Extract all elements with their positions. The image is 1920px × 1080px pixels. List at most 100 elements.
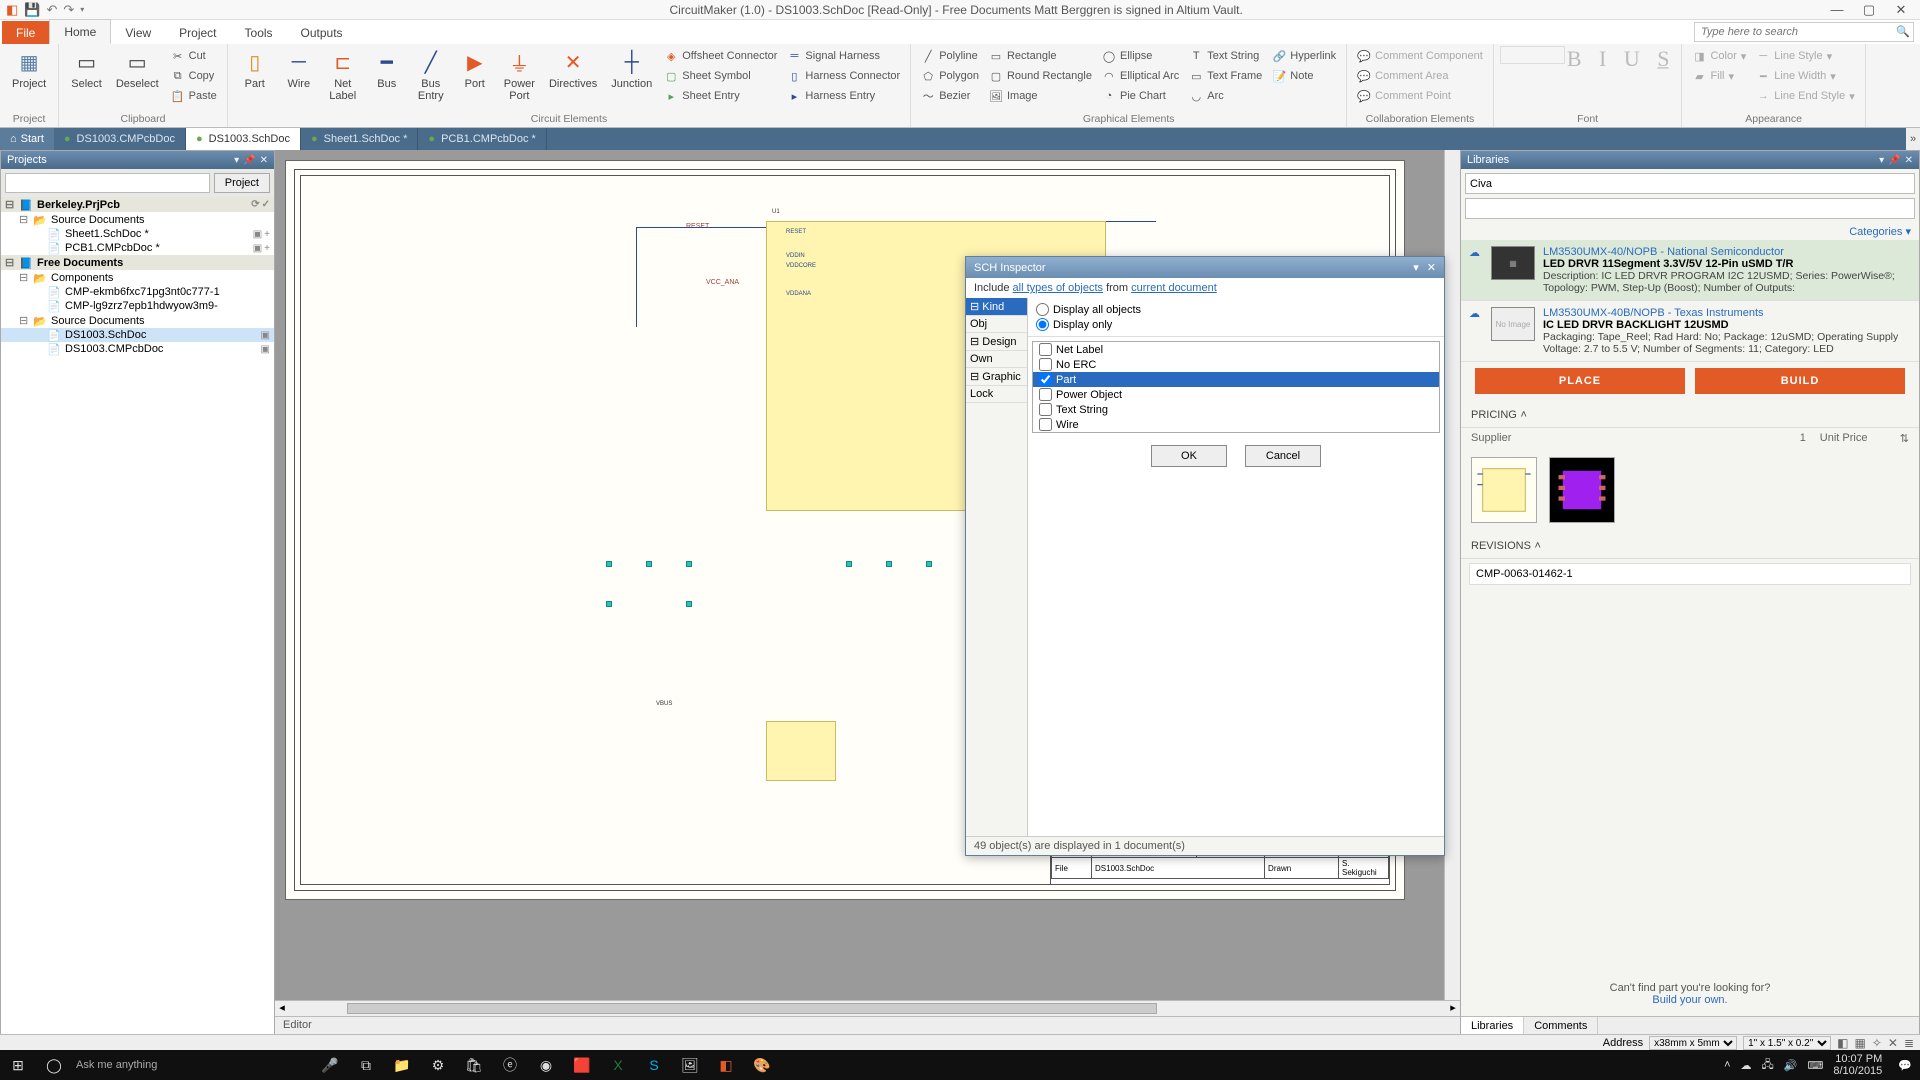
editor-tab[interactable]: Editor	[275, 1016, 1460, 1036]
tree-node[interactable]: 📄Sheet1.SchDoc *▣+	[1, 227, 274, 241]
tab-comments[interactable]: Comments	[1524, 1017, 1598, 1035]
tab-project[interactable]: Project	[165, 21, 230, 44]
piechart-button[interactable]: ◔Pie Chart	[1098, 86, 1183, 106]
offsheet-button[interactable]: ◈Offsheet Connector	[660, 46, 781, 66]
vertical-scrollbar[interactable]	[1444, 150, 1460, 1000]
tree-node[interactable]: 📄CMP-ekmb6fxc71pg3nt0c777-1	[1, 285, 274, 299]
taskview-icon[interactable]: ⧉	[348, 1057, 384, 1074]
radio-display-only[interactable]: Display only	[1036, 317, 1436, 332]
type-option[interactable]: Net Label	[1033, 342, 1439, 357]
libraries-header[interactable]: Libraries ▾ 📌 ✕	[1461, 151, 1919, 169]
type-option[interactable]: Text String	[1033, 402, 1439, 417]
tray-network-icon[interactable]: 🖧	[1762, 1056, 1774, 1075]
textstring-button[interactable]: TText String	[1185, 46, 1266, 66]
qat-dropdown-icon[interactable]: ▾	[80, 5, 84, 14]
photos-icon[interactable]: 🖼	[672, 1057, 708, 1074]
project-dropdown-button[interactable]: Project	[214, 173, 270, 193]
inspector-type-list[interactable]: Net Label No ERC Part Power Object Text …	[1032, 341, 1440, 433]
panel-close-icon[interactable]: ✕	[260, 155, 268, 166]
inspector-close-icon[interactable]: ✕	[1427, 261, 1436, 274]
tab-libraries[interactable]: Libraries	[1461, 1017, 1524, 1035]
arc-button[interactable]: ◡Arc	[1185, 86, 1266, 106]
hyperlink-button[interactable]: 🔗Hyperlink	[1268, 46, 1340, 66]
ok-button[interactable]: OK	[1151, 445, 1227, 467]
tree-node[interactable]: ⊟📘Free Documents	[1, 255, 274, 270]
textframe-button[interactable]: ▭Text Frame	[1185, 66, 1266, 86]
ribbon-search-input[interactable]	[1694, 22, 1914, 42]
radio-display-all[interactable]: Display all objects	[1036, 302, 1436, 317]
store-icon[interactable]: 🛍	[456, 1057, 492, 1074]
snap-icon[interactable]: ✧	[1872, 1036, 1882, 1050]
panel-close-icon[interactable]: ✕	[1905, 155, 1913, 166]
part-card-0[interactable]: ☁ ▦ LM3530UMX-40/NOPB - National Semicon…	[1461, 240, 1919, 301]
prop-kind[interactable]: ⊟ Kind	[966, 298, 1027, 316]
include-types-link[interactable]: all types of objects	[1013, 282, 1104, 294]
cut-button[interactable]: ✂Cut	[167, 46, 221, 66]
doctab-2[interactable]: ●Sheet1.SchDoc *	[301, 128, 418, 150]
part-card-1[interactable]: ☁ No Image LM3530UMX-40B/NOPB - Texas In…	[1461, 301, 1919, 362]
libraries-filter-input[interactable]	[1465, 198, 1915, 219]
address-select-1[interactable]: x38mm x 5mm	[1649, 1036, 1737, 1050]
minimize-button[interactable]: —	[1822, 2, 1852, 18]
copy-button[interactable]: ⧉Copy	[167, 66, 221, 86]
doctab-0[interactable]: ●DS1003.CMPcbDoc	[54, 128, 186, 150]
categories-link[interactable]: Categories	[1849, 226, 1902, 238]
doctab-1[interactable]: ●DS1003.SchDoc	[186, 128, 301, 150]
note-button[interactable]: 📝Note	[1268, 66, 1340, 86]
qat-redo-icon[interactable]: ↷	[63, 2, 74, 18]
search-icon[interactable]: 🔍	[1896, 25, 1910, 38]
tree-node[interactable]: 📄PCB1.CMPcbDoc *▣+	[1, 241, 274, 255]
circuitmaker-icon[interactable]: ◧	[708, 1057, 744, 1074]
signalharness-button[interactable]: ═Signal Harness	[783, 46, 904, 66]
collapse-icon[interactable]: ˄	[1520, 409, 1526, 421]
address-select-2[interactable]: 1" x 1.5" x 0.2"	[1743, 1036, 1831, 1050]
prop-lock[interactable]: Lock	[966, 386, 1027, 403]
cancel-button[interactable]: Cancel	[1245, 445, 1321, 467]
component-reg[interactable]	[766, 721, 836, 781]
inspector-dropdown-icon[interactable]: ▾	[1413, 261, 1419, 274]
revision-item[interactable]: CMP-0063-01462-1	[1469, 563, 1911, 585]
tree-node[interactable]: 📄DS1003.SchDoc▣	[1, 328, 274, 342]
junction-button[interactable]: ┼Junction	[605, 46, 658, 92]
tree-node[interactable]: 📄CMP-lg9zrz7epb1hdwyow3m9-	[1, 299, 274, 313]
ribbon-search[interactable]: 🔍	[1694, 22, 1914, 42]
netlabel-vbus[interactable]: VBUS	[656, 701, 672, 707]
qat-undo-icon[interactable]: ↶	[46, 2, 57, 18]
port-button[interactable]: ▶Port	[454, 46, 496, 92]
tree-node[interactable]: 📄DS1003.CMPcbDoc▣	[1, 342, 274, 356]
paint-icon[interactable]: 🎨	[744, 1057, 780, 1074]
clear-icon[interactable]: ✕	[1888, 1036, 1898, 1050]
panel-dropdown-icon[interactable]: ▾	[234, 155, 239, 166]
tab-tools[interactable]: Tools	[231, 21, 287, 44]
tab-file[interactable]: File	[2, 21, 49, 44]
start-button[interactable]: ⊞	[0, 1057, 36, 1074]
harnessconn-button[interactable]: ▯Harness Connector	[783, 66, 904, 86]
footprint-preview[interactable]	[1549, 457, 1615, 523]
layers-icon[interactable]: ≣	[1904, 1036, 1914, 1050]
prop-design[interactable]: ⊟ Design	[966, 333, 1027, 351]
build-your-own-link[interactable]: Build your own.	[1652, 994, 1727, 1006]
inspector-caption[interactable]: SCH Inspector ▾ ✕	[966, 257, 1444, 278]
notifications-icon[interactable]: 💬	[1898, 1059, 1912, 1072]
image-button[interactable]: 🖼Image	[985, 86, 1096, 106]
tray-keyboard-icon[interactable]: ⌨	[1807, 1059, 1823, 1072]
tray-chevron-icon[interactable]: ˄	[1724, 1059, 1730, 1071]
mask-icon[interactable]: ◧	[1837, 1036, 1848, 1050]
sheetentry-button[interactable]: ▸Sheet Entry	[660, 86, 781, 106]
panel-dropdown-icon[interactable]: ▾	[1879, 155, 1884, 166]
maximize-button[interactable]: ▢	[1854, 2, 1884, 18]
select-button[interactable]: ▭Select	[65, 46, 108, 92]
ellipse-button[interactable]: ◯Ellipse	[1098, 46, 1183, 66]
project-button[interactable]: ▦Project	[6, 46, 52, 92]
tray-volume-icon[interactable]: 🔊	[1784, 1059, 1798, 1072]
grid-icon[interactable]: ▦	[1854, 1036, 1865, 1050]
netlabel-vccana[interactable]: VCC_ANA	[706, 279, 739, 286]
tab-outputs[interactable]: Outputs	[287, 21, 357, 44]
powerport-button[interactable]: ⏚Power Port	[498, 46, 541, 104]
part-button[interactable]: ▯Part	[234, 46, 276, 92]
rectangle-button[interactable]: ▭Rectangle	[985, 46, 1096, 66]
projects-tree[interactable]: ⊟📘Berkeley.PrjPcb⟳✓⊟📂Source Documents📄Sh…	[1, 197, 274, 1035]
tree-node[interactable]: ⊟📂Source Documents	[1, 313, 274, 328]
sort-icon[interactable]: ⇅	[1900, 432, 1909, 445]
place-button[interactable]: PLACE	[1475, 368, 1685, 394]
